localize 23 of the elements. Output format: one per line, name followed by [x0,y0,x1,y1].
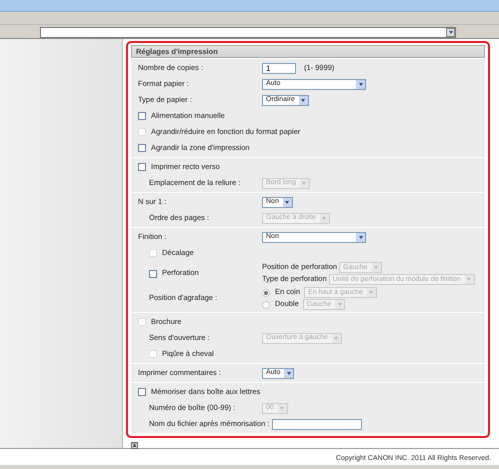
caret-icon [464,275,474,284]
caret-icon [278,404,287,412]
caret-icon [446,28,455,37]
checkbox[interactable] [138,112,146,120]
checkbox[interactable] [149,270,157,278]
caret-icon [356,232,365,242]
caret-icon [300,178,309,188]
text-field[interactable]: 1 [262,62,296,74]
caret-icon [372,263,381,272]
caret-icon [366,288,376,297]
caret-icon [282,198,292,206]
caret-icon [320,214,329,222]
caret-icon [284,368,294,378]
checkbox[interactable] [138,144,146,152]
caret-icon [335,300,344,309]
checkbox[interactable] [138,163,146,171]
caret-icon [332,334,341,342]
scroll-top-icon[interactable] [131,442,138,449]
text-field[interactable] [272,418,362,430]
checkbox[interactable] [138,388,146,396]
caret-icon [298,96,308,104]
page-dropdown[interactable] [40,27,456,38]
caret-icon [356,80,365,88]
